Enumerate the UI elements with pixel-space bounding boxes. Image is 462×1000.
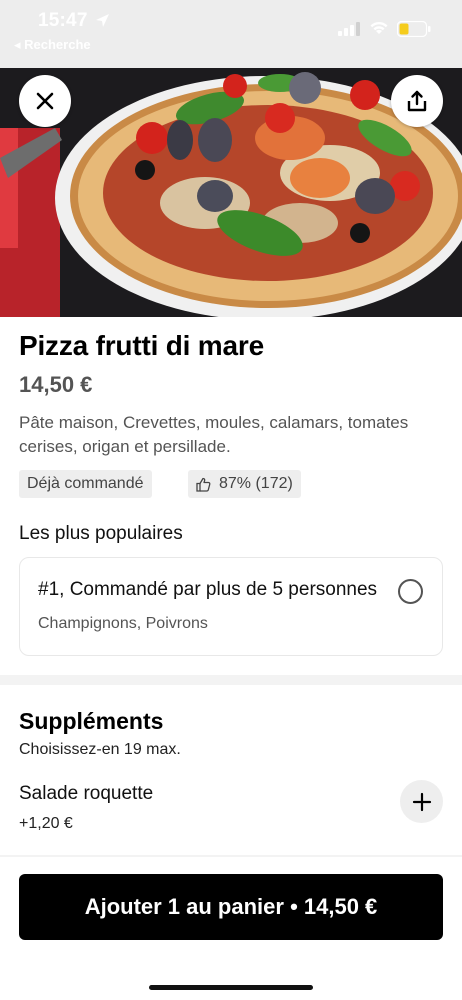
wifi-icon <box>370 21 388 34</box>
supplements-title: Suppléments <box>19 708 164 734</box>
close-icon <box>36 92 54 110</box>
popular-option-details: Champignons, Poivrons <box>38 615 208 632</box>
location-arrow-icon <box>96 14 109 27</box>
supplement-item-price: +1,20 € <box>19 815 73 832</box>
product-price: 14,50 € <box>19 372 93 397</box>
battery-icon <box>397 21 431 37</box>
back-to-search-link[interactable]: ◂ Recherche <box>14 37 91 53</box>
rating-badge: 87% (172) <box>188 470 301 498</box>
close-button[interactable] <box>19 75 71 127</box>
thumbs-up-icon <box>196 477 211 492</box>
popular-option-card[interactable]: #1, Commandé par plus de 5 personnes Cha… <box>19 557 443 656</box>
product-description: Pâte maison, Crevettes, moules, calamars… <box>19 413 409 456</box>
share-icon <box>407 90 427 112</box>
signal-icon <box>338 22 360 36</box>
rating-label: 87% (172) <box>219 475 293 492</box>
add-supplement-button[interactable] <box>400 780 443 823</box>
add-to-cart-label: Ajouter 1 au panier • 14,50 € <box>84 894 378 919</box>
status-bar: 15:47 ◂ Recherche <box>0 0 462 68</box>
popular-option-title: #1, Commandé par plus de 5 personnes <box>38 579 378 600</box>
supplement-item-name: Salade roquette <box>19 783 154 804</box>
popular-section-title: Les plus populaires <box>19 523 183 544</box>
home-indicator[interactable] <box>149 985 313 990</box>
section-divider <box>0 675 462 685</box>
share-button[interactable] <box>391 75 443 127</box>
plus-icon <box>412 792 431 811</box>
supplements-subtitle: Choisissez-en 19 max. <box>19 741 181 758</box>
already-ordered-label: Déjà commandé <box>27 475 144 492</box>
status-time: 15:47 <box>38 10 88 31</box>
footer-separator <box>0 855 462 857</box>
already-ordered-badge: Déjà commandé <box>19 470 152 498</box>
add-to-cart-button[interactable]: Ajouter 1 au panier • 14,50 € <box>19 874 443 940</box>
product-title: Pizza frutti di mare <box>19 330 264 361</box>
popular-option-radio[interactable] <box>398 579 423 604</box>
